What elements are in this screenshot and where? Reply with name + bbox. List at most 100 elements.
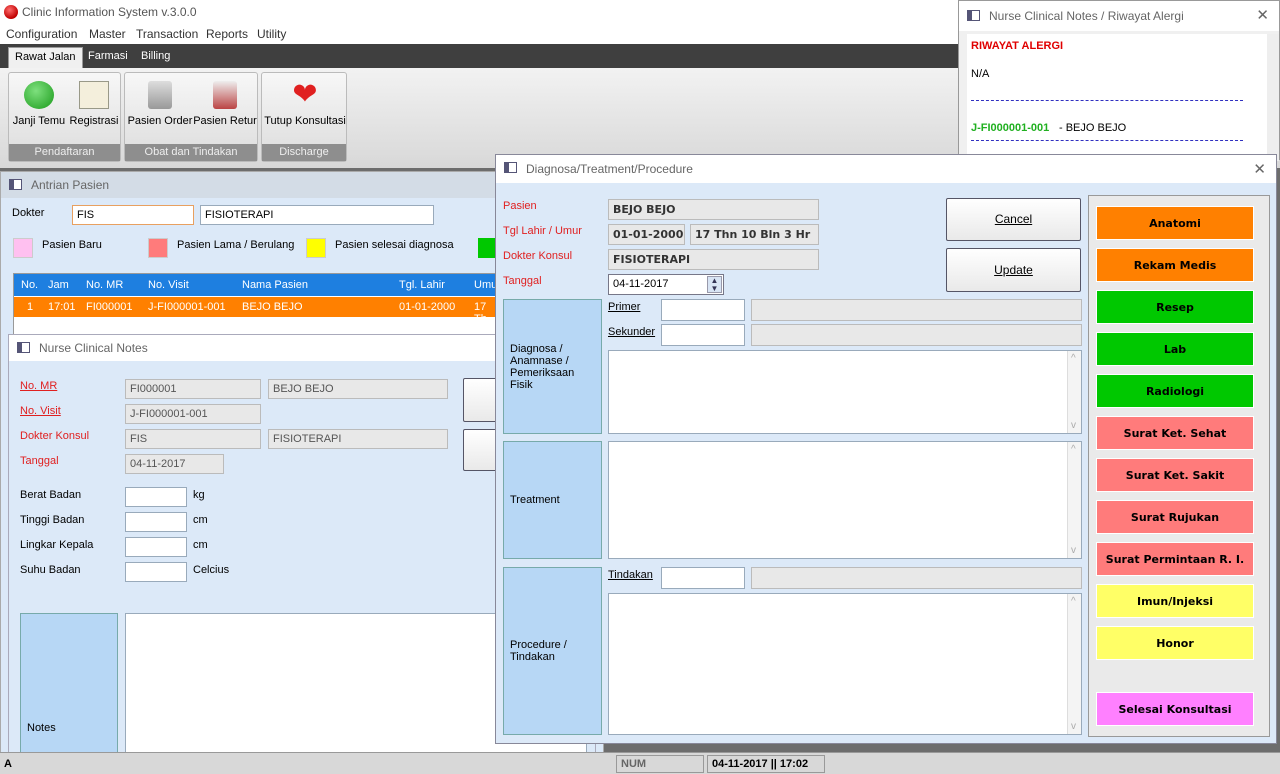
tanggal-value: 04-11-2017: [613, 278, 669, 290]
surat-permintaan-ri-button[interactable]: Surat Permintaan R. I.: [1096, 542, 1254, 576]
tab-farmasi[interactable]: Farmasi: [82, 47, 134, 68]
surat-ket-sakit-button[interactable]: Surat Ket. Sakit: [1096, 458, 1254, 492]
tindakan-code-input[interactable]: [661, 567, 745, 589]
tindakan-label[interactable]: Tindakan: [608, 569, 653, 581]
legend-swatch-selesai: [306, 238, 326, 258]
col-no-visit[interactable]: No. Visit: [148, 279, 189, 291]
close-icon[interactable]: ✕: [1256, 6, 1269, 24]
alergi-window: Nurse Clinical Notes / Riwayat Alergi ✕ …: [958, 0, 1280, 161]
procedure-textarea[interactable]: [608, 593, 1082, 735]
heart-icon: ❤: [292, 78, 318, 111]
alergi-value: N/A: [971, 68, 990, 80]
radiologi-button[interactable]: Radiologi: [1096, 374, 1254, 408]
menu-master[interactable]: Master: [89, 27, 126, 41]
update-button[interactable]: Update: [946, 248, 1081, 292]
registrasi-label: Registrasi: [69, 115, 119, 127]
menu-configuration[interactable]: Configuration: [6, 27, 77, 41]
lab-button[interactable]: Lab: [1096, 332, 1254, 366]
col-no-mr[interactable]: No. MR: [86, 279, 123, 291]
cell-nama: BEJO BEJO: [242, 301, 303, 313]
tinggi-unit: cm: [193, 514, 208, 526]
alergi-visit: J-FI000001-001: [971, 122, 1050, 134]
pasien-retur-label: Pasien Retur: [193, 115, 257, 127]
tutup-konsultasi-button[interactable]: ❤ Tutup Konsultasi: [264, 78, 346, 128]
spinner-icon[interactable]: ▲ ▼: [707, 276, 722, 293]
surat-rujukan-button[interactable]: Surat Rujukan: [1096, 500, 1254, 534]
datetime-indicator: 04-11-2017 || 17:02: [707, 755, 825, 773]
sekunder-code-input[interactable]: [661, 324, 745, 346]
window-icon: [504, 162, 517, 173]
menu-reports[interactable]: Reports: [206, 27, 248, 41]
rekam-medis-button[interactable]: Rekam Medis: [1096, 248, 1254, 282]
sekunder-label[interactable]: Sekunder: [608, 326, 655, 338]
tanggal-field[interactable]: 04-11-2017: [125, 454, 224, 474]
tinggi-badan-input[interactable]: [125, 512, 187, 532]
lingkar-kepala-input[interactable]: [125, 537, 187, 557]
legend-swatch-baru: [13, 238, 33, 258]
primer-desc-field: [751, 299, 1082, 321]
menu-transaction[interactable]: Transaction: [136, 27, 198, 41]
scrollbar[interactable]: [1067, 442, 1081, 558]
close-icon[interactable]: ✕: [1253, 160, 1266, 178]
group-label-pendaftaran: Pendaftaran: [9, 144, 120, 161]
tanggal-datepicker[interactable]: 04-11-2017 ▲ ▼: [608, 274, 724, 295]
alergi-scrollbar[interactable]: [1267, 34, 1279, 161]
group-obat-tindakan: Pasien Order Pasien Retur Obat dan Tinda…: [124, 72, 258, 162]
no-visit-field: J-FI000001-001: [125, 404, 261, 424]
tgl-lahir-label: Tgl Lahir / Umur: [503, 225, 582, 237]
scrollbar[interactable]: [1067, 351, 1081, 433]
col-no[interactable]: No.: [21, 279, 38, 291]
pasien-retur-button[interactable]: Pasien Retur: [193, 81, 257, 127]
registrasi-button[interactable]: Registrasi: [67, 81, 121, 127]
antrian-table: No. Jam No. MR No. Visit Nama Pasien Tgl…: [13, 273, 501, 335]
honor-button[interactable]: Honor: [1096, 626, 1254, 660]
diagnosa-titlebar: Diagnosa/Treatment/Procedure: [496, 155, 1276, 183]
surat-ket-sehat-button[interactable]: Surat Ket. Sehat: [1096, 416, 1254, 450]
berat-badan-input[interactable]: [125, 487, 187, 507]
primer-code-input[interactable]: [661, 299, 745, 321]
janji-temu-button[interactable]: Janji Temu: [12, 81, 66, 127]
alergi-title: Nurse Clinical Notes / Riwayat Alergi: [989, 9, 1184, 23]
primer-label[interactable]: Primer: [608, 301, 640, 313]
cell-no-visit: J-FI000001-001: [148, 301, 226, 313]
selesai-konsultasi-button[interactable]: Selesai Konsultasi: [1096, 692, 1254, 726]
tanggal-label: Tanggal: [20, 455, 59, 467]
antrian-title: Antrian Pasien: [31, 178, 110, 192]
resep-button[interactable]: Resep: [1096, 290, 1254, 324]
dokter-name-input[interactable]: FISIOTERAPI: [200, 205, 434, 225]
tanggal-label: Tanggal: [503, 275, 542, 287]
imun-injeksi-button[interactable]: Imun/Injeksi: [1096, 584, 1254, 618]
tab-billing[interactable]: Billing: [135, 47, 176, 68]
alergi-content: RIWAYAT ALERGI N/A J-FI000001-001 - BEJO…: [967, 34, 1267, 161]
menu-utility[interactable]: Utility: [257, 27, 286, 41]
tab-rawat-jalan[interactable]: Rawat Jalan: [8, 47, 83, 68]
col-tgl-lahir[interactable]: Tgl. Lahir: [399, 279, 445, 291]
no-visit-label[interactable]: No. Visit: [20, 405, 61, 417]
dokter-code-input[interactable]: FIS: [72, 205, 194, 225]
berat-badan-label: Berat Badan: [20, 489, 82, 501]
scrollbar[interactable]: [1067, 594, 1081, 734]
alergi-patient: - BEJO BEJO: [1059, 122, 1127, 134]
diagnosa-title: Diagnosa/Treatment/Procedure: [526, 162, 693, 176]
treatment-section: Treatment: [503, 441, 602, 559]
app-title: Clinic Information System v.3.0.0: [22, 5, 197, 19]
dokter-code-field: FIS: [125, 429, 261, 449]
group-pendaftaran: Janji Temu Registrasi Pendaftaran: [8, 72, 121, 162]
dokter-konsul-label: Dokter Konsul: [20, 430, 90, 442]
suhu-badan-input[interactable]: [125, 562, 187, 582]
calendar-icon: [24, 81, 54, 109]
pasien-label: Pasien: [503, 200, 537, 212]
treatment-textarea[interactable]: [608, 441, 1082, 559]
cancel-button[interactable]: Cancel: [946, 198, 1081, 241]
update-label: Update: [994, 263, 1033, 277]
no-mr-label[interactable]: No. MR: [20, 380, 57, 392]
group-discharge: ❤ Tutup Konsultasi Discharge: [261, 72, 347, 162]
anatomi-button[interactable]: Anatomi: [1096, 206, 1254, 240]
diagnosa-textarea[interactable]: [608, 350, 1082, 434]
col-jam[interactable]: Jam: [48, 279, 69, 291]
registration-card-icon: [79, 81, 109, 109]
pasien-order-button[interactable]: Pasien Order: [127, 81, 193, 127]
col-nama-pasien[interactable]: Nama Pasien: [242, 279, 308, 291]
sekunder-desc-field: [751, 324, 1082, 346]
tindakan-desc-field: [751, 567, 1082, 589]
